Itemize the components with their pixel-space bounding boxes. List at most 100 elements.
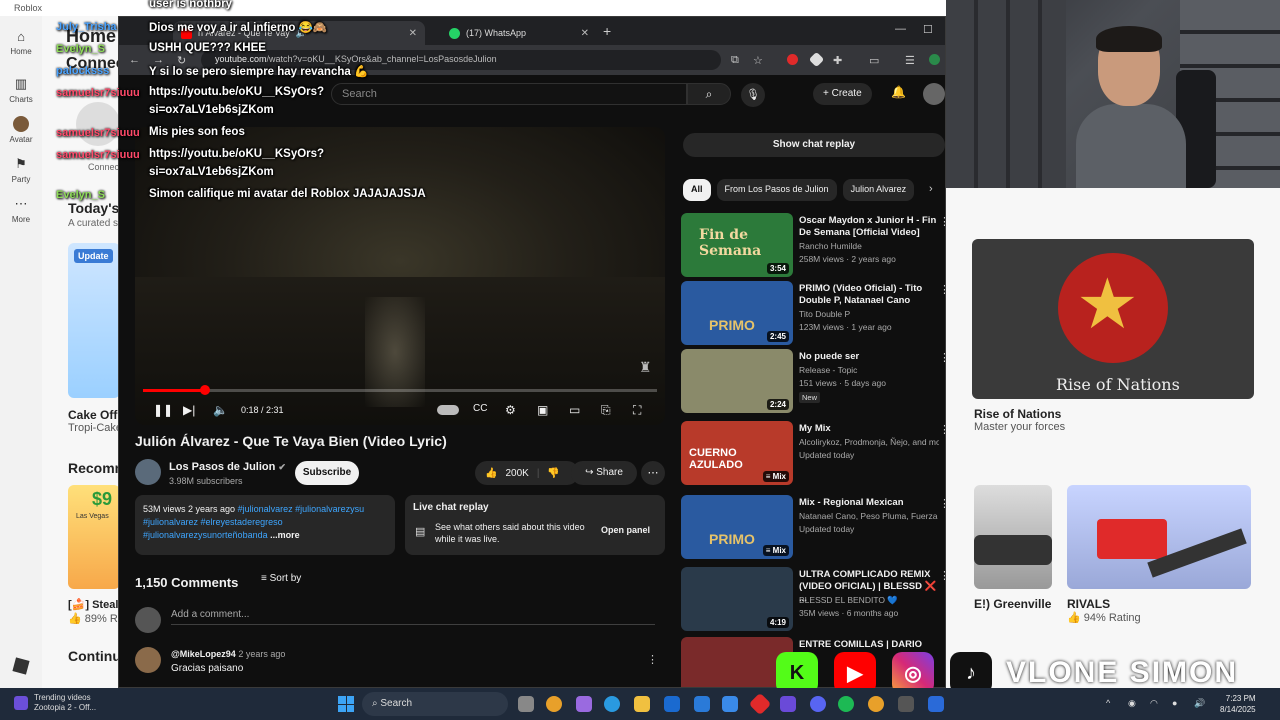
spotify-icon[interactable] (838, 696, 854, 712)
extension-diamond-icon[interactable] (808, 51, 825, 68)
sidepanel-icon[interactable]: ▭ (869, 54, 879, 67)
reload-icon[interactable]: ↻ (177, 54, 186, 67)
maximize-icon[interactable]: ☐ (923, 23, 933, 36)
extensions-puzzle-icon[interactable]: ✚ (833, 54, 842, 67)
dropbox-icon[interactable] (722, 696, 738, 712)
more-actions-icon[interactable]: ⋯ (641, 461, 665, 485)
share-button[interactable]: ↪ Share (571, 461, 637, 485)
pause-icon[interactable]: ❚❚ (153, 403, 173, 417)
close-icon[interactable]: ✕ (409, 28, 417, 39)
discord-icon[interactable] (810, 696, 826, 712)
task-view-icon[interactable] (518, 696, 534, 712)
comment-author[interactable]: @MikeLopez94 2 years ago (171, 649, 285, 659)
edge-icon[interactable] (604, 696, 620, 712)
chevron-right-icon[interactable]: › (929, 183, 933, 195)
channel-name[interactable]: Los Pasos de Julion ✔ (169, 461, 286, 473)
forward-icon[interactable]: → (153, 54, 164, 66)
menu-lines-icon[interactable]: ☰ (905, 54, 915, 67)
comment-menu-icon[interactable]: ⋮ (647, 653, 658, 666)
autoplay-toggle[interactable] (437, 405, 459, 415)
tray-app-icon[interactable]: ◉ (1128, 698, 1136, 709)
description-tags-3[interactable]: #julionalvarezysunorteñobanda (143, 530, 268, 540)
progress-knob[interactable] (199, 385, 210, 395)
mic-icon[interactable]: ● (1172, 698, 1177, 708)
like-count[interactable]: 200K (505, 468, 528, 479)
outlook-icon[interactable] (664, 696, 680, 712)
settings-icon[interactable] (898, 696, 914, 712)
tab-youtube[interactable]: n Álvarez - Que Te Vay 🔊 ✕ (173, 21, 425, 45)
chip-julion[interactable]: Julion Alvarez (842, 179, 915, 201)
rec-video[interactable]: PRIMO ≡ Mix Mix - Regional Mexican Natana… (681, 495, 945, 559)
rec-thumbnail[interactable]: 4:19 (681, 567, 793, 631)
chip-all[interactable]: All (683, 179, 711, 201)
taskbar-clock[interactable]: 7:23 PM 8/14/2025 (1220, 693, 1256, 715)
chrome-icon[interactable] (546, 696, 562, 712)
next-icon[interactable]: ▶| (183, 403, 195, 417)
show-chat-replay-button[interactable]: Show chat replay (683, 133, 945, 157)
speaker-tray-icon[interactable]: 🔊 (1194, 698, 1205, 709)
copilot-icon[interactable] (576, 696, 592, 712)
description-tags-2[interactable]: #julionalvarez #elreyestaderegreso (143, 516, 387, 529)
extension-red-icon[interactable] (787, 54, 798, 65)
game-tile-rivals[interactable] (1067, 485, 1251, 589)
game-tile-rise-of-nations[interactable]: ★ Rise of Nations (972, 239, 1254, 399)
new-tab-icon[interactable]: + (603, 23, 611, 39)
close-icon[interactable]: ✕ (581, 28, 589, 39)
rec-channel[interactable]: Release - Topic (799, 365, 939, 375)
bookmark-star-icon[interactable]: ☆ (753, 54, 763, 67)
app-icon[interactable] (780, 696, 796, 712)
rec-channel[interactable]: Rancho Humilde (799, 241, 939, 251)
rec-thumbnail[interactable]: PRIMO ≡ Mix (681, 495, 793, 559)
like-icon[interactable]: 👍 (485, 468, 497, 479)
rec-thumbnail[interactable]: CUERNO AZULADO ≡ Mix (681, 421, 793, 485)
nav-charts[interactable]: ▥ Charts (9, 76, 33, 104)
fullscreen-icon[interactable]: ⛶ (633, 403, 641, 418)
windows-start-icon[interactable] (338, 696, 354, 712)
channel-avatar[interactable] (135, 459, 161, 485)
rec-title[interactable]: PRIMO (Video Oficial) - Tito Double P, N… (799, 283, 937, 307)
rec-thumbnail[interactable]: 2:24 (681, 349, 793, 413)
yt-search-input[interactable]: Search (331, 83, 687, 105)
rec-channel[interactable]: Alcolirykoz, Prodmonja, Ñejo, and more (799, 437, 939, 447)
rec-menu-icon[interactable]: ⋮ (939, 215, 945, 228)
rec-title[interactable]: Oscar Maydon x Junior H - Fin De Semana … (799, 215, 937, 239)
chip-from-channel[interactable]: From Los Pasos de Julion (716, 179, 837, 201)
obs-icon[interactable] (928, 696, 944, 712)
nav-avatar[interactable]: Avatar (10, 116, 32, 144)
add-comment-input[interactable]: Add a comment... (171, 607, 655, 625)
profile-icon[interactable] (929, 54, 940, 65)
rec-channel[interactable]: Natanael Cano, Peso Pluma, Fuerza Regi..… (799, 511, 939, 521)
microphone-icon[interactable]: 🎙 (741, 83, 765, 107)
captions-icon[interactable]: CC (473, 403, 487, 414)
tray-chevron-icon[interactable]: ^ (1106, 698, 1110, 708)
video-player[interactable]: ♜ ❚❚ ▶| 🔈 0:18 / 2:31 CC ⚙ ▣ ▭ ⎘ ⛶ (135, 127, 665, 425)
description-tags-1[interactable]: #julionalvarez #julionalvarezysu (238, 504, 365, 514)
rec-menu-icon[interactable]: ⋮ (939, 283, 945, 296)
comment-author-avatar[interactable] (135, 647, 161, 673)
rec-video[interactable]: 4:19 ULTRA COMPLICADO REMIX (VIDEO OFICI… (681, 567, 945, 631)
miniplayer-icon[interactable]: ▣ (537, 403, 548, 417)
description-more[interactable]: ...more (270, 530, 300, 540)
taskbar-search-input[interactable]: ⌕ Search (362, 692, 508, 716)
connect-avatar[interactable] (76, 102, 120, 146)
nav-party[interactable]: ⚑ Party (12, 156, 31, 184)
game-tile-cake-off[interactable]: Update (68, 243, 120, 398)
subscribe-button[interactable]: Subscribe (295, 461, 359, 485)
rec-video[interactable]: Fin de Semana 3:54 Oscar Maydon x Junior … (681, 213, 945, 277)
network-icon[interactable]: ◠ (1150, 698, 1158, 709)
rec-thumbnail[interactable]: Fin de Semana 3:54 (681, 213, 793, 277)
rec-menu-icon[interactable]: ⋮ (939, 569, 945, 582)
minimize-icon[interactable]: — (895, 23, 906, 35)
progress-bar[interactable] (143, 389, 657, 392)
bell-icon[interactable]: 🔔 (891, 85, 906, 99)
channel-watermark-icon[interactable]: ♜ (639, 359, 652, 376)
chrome-2-icon[interactable] (868, 696, 884, 712)
settings-gear-icon[interactable]: ⚙ (505, 403, 516, 417)
rec-title[interactable]: ENTRE COMILLAS | DARIO (799, 639, 937, 651)
game-tile-greenville[interactable] (974, 485, 1052, 589)
rec-menu-icon[interactable]: ⋮ (939, 423, 945, 436)
store-icon[interactable] (694, 696, 710, 712)
rec-video[interactable]: CUERNO AZULADO ≡ Mix My Mix Alcolirykoz, … (681, 421, 945, 485)
rec-title[interactable]: Mix - Regional Mexican (799, 497, 937, 509)
tab-whatsapp[interactable]: (17) WhatsApp ✕ (441, 21, 597, 45)
